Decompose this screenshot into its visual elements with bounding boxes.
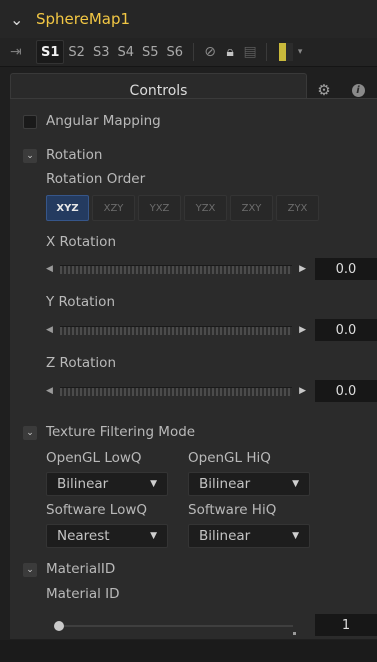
software-hiq-value: Bilinear [199, 528, 251, 544]
rotation-section-label: Rotation [46, 147, 103, 163]
opengl-lowq-label: OpenGL LowQ [46, 450, 142, 466]
y-rotation-value[interactable]: 0.0 [315, 319, 377, 341]
dropdown-arrow-icon: ▼ [292, 531, 299, 541]
lock-icon[interactable]: 🔒︎ [220, 44, 240, 60]
software-hiq-label: Software HiQ [188, 502, 277, 518]
order-yxz-button[interactable]: YXZ [138, 195, 181, 221]
order-zxy-button[interactable]: ZXY [230, 195, 273, 221]
rotation-order-label: Rotation Order [46, 171, 146, 187]
order-xzy-button[interactable]: XZY [92, 195, 135, 221]
z-rotation-slider[interactable]: ◀ ▶ [46, 385, 306, 397]
divider [266, 43, 268, 61]
material-section-toggle[interactable]: ⌄ [23, 563, 37, 577]
bottom-strip [0, 640, 377, 662]
slider-right-arrow-icon[interactable]: ▶ [292, 264, 306, 274]
slider-left-arrow-icon[interactable]: ◀ [46, 264, 60, 274]
angular-mapping-checkbox[interactable] [23, 115, 37, 129]
software-lowq-value: Nearest [57, 528, 110, 544]
version-button-s5[interactable]: S5 [138, 41, 163, 63]
slider-left-arrow-icon[interactable]: ◀ [46, 386, 60, 396]
y-rotation-label: Y Rotation [46, 294, 115, 310]
slider-left-arrow-icon[interactable]: ◀ [46, 325, 60, 335]
x-rotation-value[interactable]: 0.0 [315, 258, 377, 280]
opengl-lowq-value: Bilinear [57, 476, 109, 492]
order-xyz-button[interactable]: XYZ [46, 195, 89, 221]
opengl-hiq-select[interactable]: Bilinear ▼ [188, 472, 310, 496]
rotation-section-toggle[interactable]: ⌄ [23, 149, 37, 163]
save-icon[interactable]: ▤ [240, 44, 260, 60]
tool-header[interactable]: ⌄ SphereMap1 [0, 0, 377, 38]
software-lowq-select[interactable]: Nearest ▼ [46, 524, 168, 548]
inspector-panel: ⌄ SphereMap1 ⇥ S1 S2 S3 S4 S5 S6 ⊘ 🔒︎ ▤ … [0, 0, 377, 662]
material-section-label: MaterialID [46, 561, 116, 577]
x-rotation-slider[interactable]: ◀ ▶ [46, 263, 306, 275]
angular-mapping-label: Angular Mapping [46, 113, 161, 129]
opengl-hiq-label: OpenGL HiQ [188, 450, 271, 466]
opengl-hiq-value: Bilinear [199, 476, 251, 492]
version-button-s1[interactable]: S1 [36, 40, 65, 64]
version-button-s6[interactable]: S6 [163, 41, 188, 63]
slider-right-arrow-icon[interactable]: ▶ [292, 325, 306, 335]
disable-icon[interactable]: ⊘ [200, 44, 220, 60]
tool-title: SphereMap1 [36, 10, 131, 28]
slider-track[interactable] [60, 325, 292, 335]
x-rotation-label: X Rotation [46, 234, 116, 250]
slider-right-arrow-icon[interactable]: ▶ [292, 386, 306, 396]
pin-icon[interactable]: ⇥ [10, 44, 36, 60]
swatch-dropdown-icon[interactable]: ▾ [293, 47, 307, 57]
software-lowq-label: Software LowQ [46, 502, 148, 518]
material-id-slider-knob[interactable] [54, 621, 64, 631]
slider-track[interactable] [60, 386, 292, 396]
order-zyx-button[interactable]: ZYX [276, 195, 319, 221]
version-button-s3[interactable]: S3 [89, 41, 114, 63]
y-rotation-slider[interactable]: ◀ ▶ [46, 324, 306, 336]
material-id-slider-track[interactable] [56, 625, 293, 627]
texture-section-toggle[interactable]: ⌄ [23, 426, 37, 440]
material-id-value[interactable]: 1 [315, 614, 377, 636]
opengl-lowq-select[interactable]: Bilinear ▼ [46, 472, 168, 496]
chevron-down-icon[interactable]: ⌄ [10, 10, 26, 29]
version-bar: ⇥ S1 S2 S3 S4 S5 S6 ⊘ 🔒︎ ▤ ▾ [0, 38, 377, 67]
slider-tick [293, 632, 296, 635]
dropdown-arrow-icon: ▼ [150, 531, 157, 541]
dropdown-arrow-icon: ▼ [150, 479, 157, 489]
divider [193, 43, 195, 61]
order-yzx-button[interactable]: YZX [184, 195, 227, 221]
version-button-s4[interactable]: S4 [113, 41, 138, 63]
slider-track[interactable] [60, 264, 292, 274]
version-button-s2[interactable]: S2 [64, 41, 89, 63]
dropdown-arrow-icon: ▼ [292, 479, 299, 489]
material-id-label: Material ID [46, 586, 120, 602]
color-swatch[interactable] [279, 43, 294, 61]
software-hiq-select[interactable]: Bilinear ▼ [188, 524, 310, 548]
texture-section-label: Texture Filtering Mode [46, 424, 196, 440]
z-rotation-label: Z Rotation [46, 355, 116, 371]
rotation-order-buttons: XYZ XZY YXZ YZX ZXY ZYX [46, 195, 319, 221]
controls-panel: Angular Mapping ⌄ Rotation Rotation Orde… [10, 98, 377, 639]
z-rotation-value[interactable]: 0.0 [315, 380, 377, 402]
